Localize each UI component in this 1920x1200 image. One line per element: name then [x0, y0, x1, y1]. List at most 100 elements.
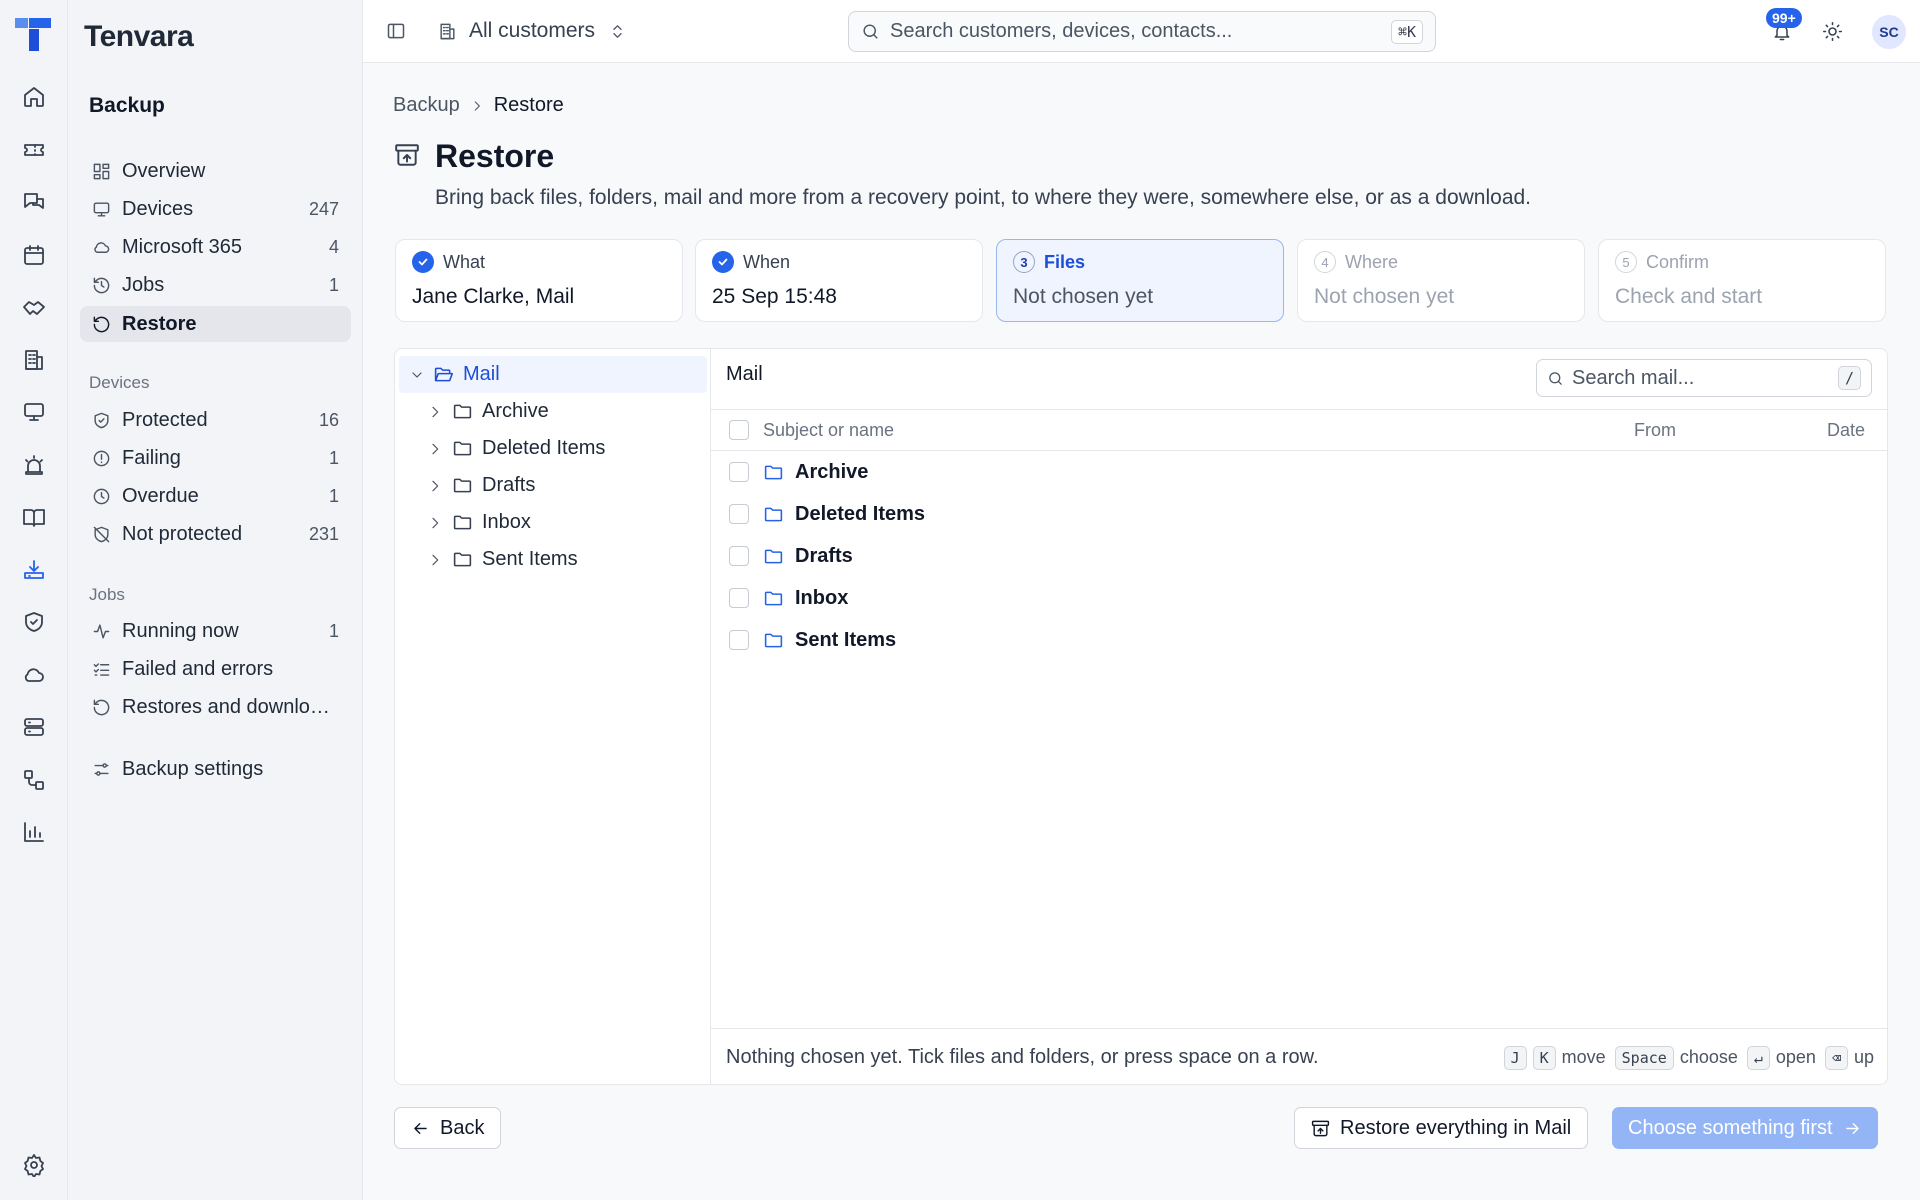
backup-sidebar: Tenvara Backup Overview Devices 247 Micr…: [68, 0, 363, 1200]
sidebar-item-not-protected[interactable]: Not protected 231: [80, 516, 351, 552]
row-checkbox[interactable]: [729, 504, 749, 524]
column-header-date[interactable]: Date: [1827, 420, 1865, 441]
step-files[interactable]: 3 Files Not chosen yet: [996, 239, 1284, 322]
folder-icon: [453, 404, 472, 419]
table-row[interactable]: Deleted Items: [711, 493, 1887, 535]
tree-node-deleted-items[interactable]: Deleted Items: [427, 430, 605, 467]
tree-node-sent-items[interactable]: Sent Items: [427, 541, 578, 578]
sidebar-item-label: Devices: [122, 197, 194, 220]
backup-download-icon[interactable]: [22, 558, 46, 582]
selection-status: Nothing chosen yet. Tick files and folde…: [726, 1046, 1319, 1068]
global-search[interactable]: ⌘K: [848, 11, 1436, 52]
table-row[interactable]: Drafts: [711, 535, 1887, 577]
avatar[interactable]: SC: [1872, 15, 1906, 49]
chevron-right-icon[interactable]: [427, 515, 443, 531]
sun-icon[interactable]: [1822, 21, 1843, 42]
book-icon[interactable]: [22, 505, 46, 529]
sidebar-item-backup-settings[interactable]: Backup settings: [80, 751, 351, 787]
breadcrumb-parent[interactable]: Backup: [393, 94, 460, 117]
row-checkbox[interactable]: [729, 588, 749, 608]
home-icon[interactable]: [22, 85, 46, 109]
page-title: Restore: [435, 138, 555, 174]
continue-button-label: Choose something first: [1628, 1116, 1833, 1139]
top-bar: All customers ⌘K 99+ SC: [363, 0, 1920, 63]
sidebar-item-restore[interactable]: Restore: [80, 306, 351, 342]
notification-badge: 99+: [1766, 8, 1802, 28]
sidebar-item-failing[interactable]: Failing 1: [80, 440, 351, 476]
cloud-icon: [94, 241, 110, 253]
folder-icon: [764, 549, 783, 563]
sidebar-toggle-icon[interactable]: [386, 21, 406, 41]
sidebar-item-devices[interactable]: Devices 247: [80, 191, 351, 227]
building-icon[interactable]: [22, 348, 46, 372]
app-name: Tenvara: [84, 20, 194, 53]
folder-icon: [764, 591, 783, 605]
step-title: Files: [1044, 251, 1086, 272]
sidebar-item-label: Failed and errors: [122, 657, 274, 680]
tree-node-drafts[interactable]: Drafts: [427, 467, 535, 504]
tree-node-inbox[interactable]: Inbox: [427, 504, 531, 541]
column-header-name[interactable]: Subject or name: [763, 420, 894, 441]
siren-icon[interactable]: [22, 453, 46, 477]
step-when[interactable]: When 25 Sep 15:48: [695, 239, 983, 322]
arrow-left-icon: [414, 1122, 427, 1134]
sidebar-item-label: Restores and downloads: [122, 695, 339, 718]
step-what[interactable]: What Jane Clarke, Mail: [395, 239, 683, 322]
page-description: Bring back files, folders, mail and more…: [435, 186, 1532, 209]
back-button[interactable]: Back: [394, 1107, 502, 1149]
settings-icon[interactable]: [22, 1153, 46, 1177]
sidebar-item-overdue[interactable]: Overdue 1: [80, 478, 351, 514]
continue-button[interactable]: Choose something first: [1612, 1107, 1878, 1149]
monitor-icon[interactable]: [22, 400, 46, 424]
chevron-right-icon[interactable]: [427, 404, 443, 420]
sidebar-item-failed-and-errors[interactable]: Failed and errors: [80, 651, 351, 687]
search-shortcut: ⌘K: [1390, 19, 1423, 44]
sidebar-item-microsoft-365[interactable]: Microsoft 365 4: [80, 229, 351, 265]
file-browser: Mail Archive Deleted Items Drafts Inbox …: [394, 348, 1888, 1085]
selection-status-bar: Nothing chosen yet. Tick files and folde…: [711, 1028, 1887, 1084]
breadcrumb: Backup Restore: [393, 94, 564, 117]
customer-selector[interactable]: All customers: [438, 16, 626, 46]
row-checkbox[interactable]: [729, 630, 749, 650]
tree-node-label: Inbox: [482, 511, 531, 533]
select-all-checkbox[interactable]: [729, 420, 749, 440]
row-checkbox[interactable]: [729, 546, 749, 566]
sidebar-item-running-now[interactable]: Running now 1: [80, 613, 351, 649]
row-name: Archive: [795, 460, 869, 483]
row-checkbox[interactable]: [729, 462, 749, 482]
sidebar-item-count: 16: [318, 409, 339, 430]
tree-node-mail[interactable]: Mail: [399, 356, 707, 393]
column-header-from[interactable]: From: [1634, 420, 1676, 441]
table-row[interactable]: Sent Items: [711, 619, 1887, 661]
global-search-input[interactable]: [890, 20, 1391, 43]
sidebar-item-jobs[interactable]: Jobs 1: [80, 267, 351, 303]
calendar-icon[interactable]: [22, 243, 46, 267]
table-row[interactable]: Inbox: [711, 577, 1887, 619]
messages-icon[interactable]: [22, 190, 46, 214]
sidebar-item-overview[interactable]: Overview: [80, 153, 351, 189]
mail-search[interactable]: /: [1536, 359, 1872, 397]
history-icon: [93, 277, 110, 293]
customer-selector-label: All customers: [469, 19, 596, 42]
ticket-icon[interactable]: [22, 138, 46, 162]
sidebar-item-restores-and-downloads[interactable]: Restores and downloads: [80, 689, 351, 725]
sidebar-item-protected[interactable]: Protected 16: [80, 402, 351, 438]
chevron-right-icon[interactable]: [427, 552, 443, 568]
tenvara-logo-icon[interactable]: [14, 16, 52, 54]
monitor-icon: [93, 201, 110, 217]
workflow-icon[interactable]: [22, 768, 46, 792]
step-number: 3: [1013, 251, 1035, 273]
server-icon[interactable]: [22, 715, 46, 739]
table-row[interactable]: Archive: [711, 451, 1887, 493]
bar-chart-icon[interactable]: [22, 820, 46, 844]
shield-check-icon[interactable]: [22, 610, 46, 634]
chevron-down-icon[interactable]: [409, 367, 425, 383]
handshake-icon[interactable]: [22, 295, 46, 319]
step-number: 4: [1314, 251, 1336, 273]
restore-everything-button[interactable]: Restore everything in Mail: [1294, 1107, 1589, 1149]
tree-node-archive[interactable]: Archive: [427, 393, 549, 430]
mail-search-input[interactable]: [1572, 366, 1838, 390]
cloud-icon[interactable]: [22, 663, 46, 687]
chevron-right-icon[interactable]: [427, 478, 443, 494]
chevron-right-icon[interactable]: [427, 441, 443, 457]
